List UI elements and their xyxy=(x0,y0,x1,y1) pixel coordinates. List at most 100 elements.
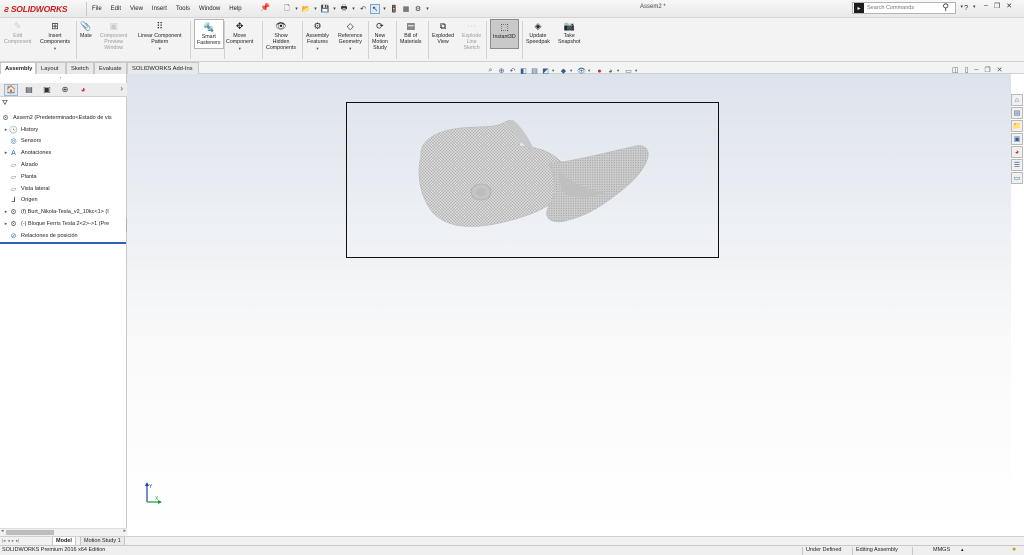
tab-solidworks-add-ins[interactable]: SOLIDWORKS Add-Ins xyxy=(127,62,199,74)
property-manager-tab-icon[interactable]: ▤ xyxy=(22,84,36,96)
tab-layout[interactable]: Layout xyxy=(36,62,66,74)
menu-file[interactable]: File xyxy=(92,6,102,12)
tree-node[interactable]: ▸ ⚙ (f) Burt_Nikola-Tesla_v2_10kc<1> (I xyxy=(0,206,127,218)
menu-edit[interactable]: Edit xyxy=(111,6,121,12)
cmd-linear-component-pattern-button[interactable]: ⠿ Linear Component Pattern ▾ xyxy=(138,20,182,52)
chevron-down-icon[interactable]: ▾ xyxy=(316,46,318,52)
first-tab-icon[interactable]: |◂ xyxy=(2,538,5,544)
tree-node[interactable]: ◎ Sensors xyxy=(0,136,127,148)
cmd-explode-line-sketch-button[interactable]: ⋯ Explode Line Sketch xyxy=(462,20,481,51)
cmd-smart-fasteners-button[interactable]: 🔩 Smart Fasteners xyxy=(194,19,224,49)
menu-view[interactable]: View xyxy=(130,6,143,12)
cmd-mate-button[interactable]: 📎 Mate xyxy=(80,20,92,39)
cmd-insert-components-button[interactable]: ⊞ Insert Components ▾ xyxy=(40,20,70,52)
cmd-show-hidden-components-button[interactable]: 👁 Show Hidden Components xyxy=(266,20,296,51)
viewport-restore-icon[interactable]: ❐ xyxy=(984,66,990,74)
chevron-down-icon[interactable]: ▾ xyxy=(54,46,56,52)
tree-node[interactable]: ▱ Alzado xyxy=(0,159,127,171)
tesla-bust-mesh-model[interactable] xyxy=(409,116,659,246)
cmd-move-component-button[interactable]: ✥ Move Component ▾ xyxy=(226,20,253,52)
cmd-update-speedpak-button[interactable]: ◈ Update Speedpak xyxy=(526,20,550,45)
scroll-left-icon[interactable]: ◂ xyxy=(1,528,4,534)
feature-manager-tab-icon[interactable]: 🏠 xyxy=(4,83,18,96)
tree-node[interactable]: ▸ A Anotaciones xyxy=(0,147,127,159)
tree-node[interactable]: ⅃ Origen xyxy=(0,195,127,207)
split-view-icon[interactable]: ◫ xyxy=(952,66,959,74)
custom-properties-icon[interactable]: ☰ xyxy=(1011,159,1023,171)
tree-node[interactable]: ▸ 🕓 History xyxy=(0,124,127,136)
chevron-down-icon[interactable]: ▾ xyxy=(351,4,356,14)
cmd-take-snapshot-button[interactable]: 📷 Take Snapshot xyxy=(558,20,580,45)
new-document-icon[interactable]: 🗋 xyxy=(282,4,292,14)
search-icon[interactable]: ⚲ xyxy=(942,2,949,13)
cmd-instant3d-button[interactable]: ⬚ Instant3D xyxy=(490,19,519,49)
rebuild-icon[interactable]: 🚦 xyxy=(389,4,399,14)
chevron-down-icon[interactable]: ▾ xyxy=(973,4,976,10)
menu-help[interactable]: Help xyxy=(229,6,241,12)
view-palette-icon[interactable]: ▣ xyxy=(1011,133,1023,145)
viewport-minimize-icon[interactable]: – xyxy=(974,66,978,74)
tree-node[interactable]: ⚙ Assem2 (Predeterminado<Estado de vis xyxy=(0,112,127,124)
minimize-icon[interactable]: – xyxy=(984,2,988,10)
tree-node[interactable]: ⊘ Relaciones de posición xyxy=(0,230,127,242)
chevron-down-icon[interactable]: ▾ xyxy=(425,4,430,14)
cmd-exploded-view-button[interactable]: ⧉ Exploded View xyxy=(432,20,454,45)
units-status[interactable]: MMGS xyxy=(933,547,950,553)
open-icon[interactable]: 📂 xyxy=(301,4,311,14)
chevron-right-icon[interactable]: › xyxy=(120,84,123,93)
rollback-bar[interactable] xyxy=(0,242,126,244)
prev-tab-icon[interactable]: ◂ xyxy=(7,538,9,544)
chevron-down-icon[interactable]: ▾ xyxy=(159,46,161,52)
file-explorer-icon[interactable]: 📁 xyxy=(1011,120,1023,132)
graphics-area[interactable]: Y X xyxy=(127,74,1011,536)
tile-view-icon[interactable]: ▯ xyxy=(965,66,969,74)
menu-window[interactable]: Window xyxy=(199,6,220,12)
search-mode-icon[interactable]: ▸ xyxy=(854,3,864,13)
cmd-new-motion-study-button[interactable]: ⟳ New Motion Study xyxy=(372,20,388,51)
configuration-manager-tab-icon[interactable]: ▣ xyxy=(40,84,54,96)
select-cursor-icon[interactable]: ↖ xyxy=(370,4,380,14)
chevron-down-icon[interactable]: ▾ xyxy=(349,46,351,52)
save-icon[interactable]: 💾 xyxy=(320,4,330,14)
cmd-reference-geometry-button[interactable]: ◇ Reference Geometry ▾ xyxy=(338,20,362,52)
cmd-component-preview-window-button[interactable]: ▣ Component Preview Window xyxy=(100,20,127,51)
cmd-bill-of-materials-button[interactable]: ▤ Bill of Materials xyxy=(400,20,422,45)
tree-node[interactable]: ▱ Vista lateral xyxy=(0,183,127,195)
chevron-down-icon[interactable]: ▾ xyxy=(960,4,963,10)
horizontal-scrollbar[interactable]: ◂ ▸ xyxy=(0,528,127,536)
rebuild-status-icon[interactable]: ● xyxy=(1012,546,1016,553)
restore-icon[interactable]: ❐ xyxy=(994,2,1000,10)
scrollbar-thumb[interactable] xyxy=(6,530,54,535)
search-commands-box[interactable]: ▸ ⚲ ▾ xyxy=(852,2,963,14)
chevron-up-icon[interactable]: ▴ xyxy=(961,547,964,553)
file-properties-icon[interactable]: ▦ xyxy=(401,4,411,14)
undo-icon[interactable]: ↶ xyxy=(358,4,368,14)
solidworks-resources-icon[interactable]: ⌂ xyxy=(1011,94,1023,106)
scroll-right-icon[interactable]: ▸ xyxy=(123,528,126,534)
appearances-scenes-icon[interactable]: ◕ xyxy=(1011,146,1023,158)
cmd-edit-component-button[interactable]: ✎ Edit Component xyxy=(4,20,31,45)
menu-tools[interactable]: Tools xyxy=(176,6,190,12)
print-icon[interactable]: 🖶 xyxy=(339,4,349,14)
solidworks-logo[interactable]: ƨ SOLIDWORKS xyxy=(4,2,68,16)
display-manager-tab-icon[interactable]: ◕ xyxy=(76,84,90,96)
menu-insert[interactable]: Insert xyxy=(152,6,167,12)
chevron-down-icon[interactable]: ▾ xyxy=(294,4,299,14)
chevron-down-icon[interactable]: ▾ xyxy=(313,4,318,14)
last-tab-icon[interactable]: ▸| xyxy=(16,538,19,544)
tree-node[interactable]: ▸ ⚙ (-) Bloque Ferris Tesla 2<2>->1 (Pre xyxy=(0,218,127,230)
tree-node[interactable]: ▱ Planta xyxy=(0,171,127,183)
cmd-assembly-features-button[interactable]: ⚙ Assembly Features ▾ xyxy=(306,20,329,52)
viewport-close-icon[interactable]: ✕ xyxy=(997,66,1003,74)
options-gear-icon[interactable]: ⚙ xyxy=(413,4,423,14)
chevron-down-icon[interactable]: ▾ xyxy=(382,4,387,14)
tab-assembly[interactable]: Assembly xyxy=(0,62,36,74)
design-library-icon[interactable]: ▤ xyxy=(1011,107,1023,119)
tab-evaluate[interactable]: Evaluate xyxy=(94,62,127,74)
chevron-down-icon[interactable]: ▾ xyxy=(239,46,241,52)
tab-sketch[interactable]: Sketch xyxy=(66,62,94,74)
next-tab-icon[interactable]: ▸ xyxy=(12,538,14,544)
panel-grip[interactable]: ▪ xyxy=(60,75,61,80)
help-icon[interactable]: ? xyxy=(964,3,968,12)
close-icon[interactable]: ✕ xyxy=(1006,2,1012,10)
